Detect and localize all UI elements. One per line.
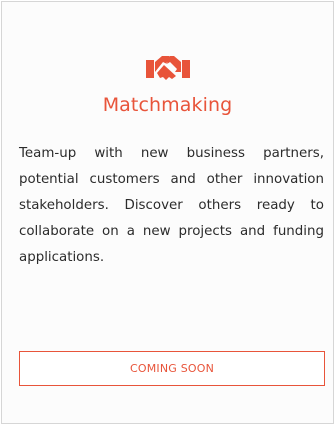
coming-soon-button[interactable]: COMING SOON [19,351,325,386]
card-title: Matchmaking [102,94,233,116]
handshake-icon [145,56,190,80]
handshake-icon-wrap [2,49,333,85]
matchmaking-card: Matchmaking Team-up with new business pa… [1,1,334,424]
card-description: Team-up with new business partners, pote… [19,146,324,265]
